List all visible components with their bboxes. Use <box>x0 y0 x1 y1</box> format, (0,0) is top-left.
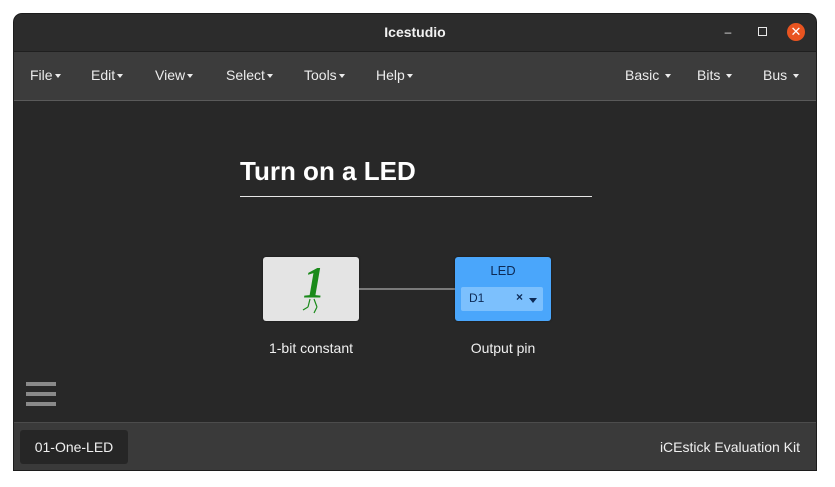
menu-bus[interactable]: Bus <box>763 67 800 83</box>
menu-bar: File Edit View Select Tools Help Basic B… <box>14 52 816 101</box>
hamburger-menu-icon[interactable] <box>26 382 56 410</box>
close-button[interactable]: ✕ <box>787 23 805 41</box>
output-block-title: LED <box>490 263 516 278</box>
caret-down-icon[interactable] <box>529 298 537 303</box>
constant-one-icon: 1 <box>302 258 325 314</box>
menu-view[interactable]: View <box>155 67 194 83</box>
status-bar: 01-One-LED iCEstick Evaluation Kit <box>14 422 816 470</box>
menu-bits-label: Bits <box>697 67 721 83</box>
pin-value: D1 <box>469 291 485 305</box>
canvas-heading[interactable]: Turn on a LED <box>240 156 416 187</box>
caret-down-icon <box>266 74 273 79</box>
clear-icon[interactable]: × <box>516 290 523 304</box>
menu-help-label: Help <box>376 67 405 83</box>
board-name: iCEstick Evaluation Kit <box>659 439 800 455</box>
output-caption: Output pin <box>470 340 536 356</box>
caret-down-icon <box>338 74 345 79</box>
menu-select[interactable]: Select <box>226 67 273 83</box>
app-window: Icestudio – ✕ File Edit View Select Tool… <box>14 14 816 470</box>
menu-bits[interactable]: Bits <box>697 67 733 83</box>
menu-tools-label: Tools <box>304 67 337 83</box>
menu-help[interactable]: Help <box>376 67 413 83</box>
menu-view-label: View <box>155 67 186 83</box>
maximize-icon <box>757 27 767 36</box>
caret-down-icon <box>187 74 194 79</box>
menu-edit-label: Edit <box>91 67 116 83</box>
menu-bus-label: Bus <box>763 67 788 83</box>
pin-select[interactable]: D1 × <box>461 287 543 311</box>
menu-basic-label: Basic <box>625 67 660 83</box>
window-title: Icestudio <box>384 24 446 40</box>
menu-edit[interactable]: Edit <box>91 67 124 83</box>
minimize-button[interactable]: – <box>719 23 737 41</box>
maximize-button[interactable] <box>753 23 771 41</box>
menu-basic[interactable]: Basic <box>625 67 672 83</box>
project-tab[interactable]: 01-One-LED <box>20 430 128 464</box>
constant-block[interactable]: 1 <box>263 257 359 321</box>
caret-down-icon <box>793 74 800 79</box>
constant-caption: 1-bit constant <box>268 340 354 356</box>
wire-connection[interactable] <box>359 288 455 290</box>
menu-tools[interactable]: Tools <box>304 67 345 83</box>
caret-down-icon <box>54 74 61 79</box>
caret-down-icon <box>406 74 413 79</box>
menu-file[interactable]: File <box>30 67 61 83</box>
output-pin-block[interactable]: LED D1 × <box>455 257 551 321</box>
heading-underline <box>240 196 592 197</box>
caret-down-icon <box>117 74 124 79</box>
title-bar: Icestudio – ✕ <box>14 14 816 52</box>
caret-down-icon <box>665 74 672 79</box>
menu-select-label: Select <box>226 67 265 83</box>
design-canvas[interactable]: Turn on a LED 1 LED D1 × 1-bit constant … <box>14 101 816 422</box>
menu-file-label: File <box>30 67 53 83</box>
caret-down-icon <box>726 74 733 79</box>
